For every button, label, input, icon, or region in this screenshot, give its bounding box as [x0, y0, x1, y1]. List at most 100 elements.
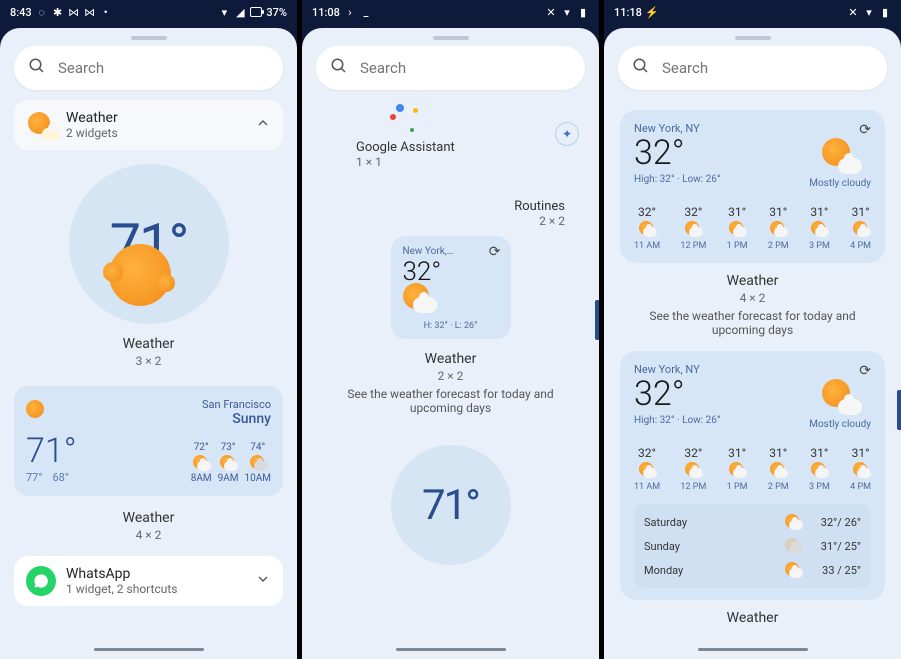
widget-desc: See the weather forecast for today and u…	[331, 387, 571, 415]
nav-bar[interactable]	[302, 639, 599, 659]
routines-icon[interactable]: ✦	[555, 122, 579, 146]
status-time: 11:08	[312, 6, 340, 19]
partly-cloudy-icon	[729, 462, 745, 478]
battery-percent: 37%	[266, 6, 287, 19]
widget-preview-5x3[interactable]: New York, NY 32° High: 32° · Low: 26° ⟳ …	[620, 351, 885, 600]
hour-time: 3 PM	[809, 241, 830, 251]
chevron-down-icon[interactable]	[255, 571, 271, 591]
wifi-icon: ▾	[863, 6, 875, 18]
status-time: 8:43	[10, 6, 32, 19]
nav-bar[interactable]	[604, 639, 901, 659]
search-input[interactable]	[360, 59, 571, 77]
widget-temp: 32°	[634, 376, 721, 413]
hour-col: 31° 2 PM	[768, 205, 789, 251]
widget-desc: See the weather forecast for today and u…	[633, 309, 873, 337]
search-input[interactable]	[662, 59, 873, 77]
widget-picker-sheet: Google Assistant 1 × 1 ✦ Routines 2 × 2 …	[302, 28, 599, 659]
hour-temp: 31°	[852, 205, 870, 219]
refresh-icon[interactable]: ⟳	[859, 122, 871, 138]
drag-handle[interactable]	[433, 36, 469, 40]
assistant-label: Google Assistant	[356, 140, 455, 155]
day-name: Monday	[644, 564, 785, 577]
whatsapp-icon	[26, 566, 56, 596]
widget-temp: 71°	[26, 431, 77, 471]
refresh-icon[interactable]: ⟳	[489, 244, 501, 260]
hour-time: 10AM	[245, 473, 272, 484]
hour-time: 2 PM	[768, 241, 789, 251]
hour-time: 9AM	[218, 473, 239, 484]
daily-forecast: Saturday 32°/ 26° Sunday 31°/ 25° Monday…	[634, 504, 871, 588]
partly-cloudy-icon	[403, 283, 433, 313]
widget-condition: Sunny	[202, 411, 271, 427]
refresh-icon[interactable]: ⟳	[859, 363, 871, 379]
drag-handle[interactable]	[131, 36, 167, 40]
hour-temp: 31°	[728, 446, 746, 460]
widget-preview-3x2[interactable]: 71° Weather 3 × 2	[14, 164, 283, 368]
widget-search[interactable]	[14, 46, 283, 90]
mute-icon: ✕	[847, 6, 859, 18]
weather-app-header[interactable]: Weather 2 widgets	[14, 100, 283, 150]
day-row: Monday 33 / 25°	[644, 558, 861, 582]
nav-bar[interactable]	[0, 639, 297, 659]
partly-cloudy-icon	[685, 221, 701, 237]
edge-handle[interactable]	[897, 390, 901, 430]
partly-icon	[785, 562, 801, 578]
hour-temp: 32°	[638, 205, 656, 219]
chevron-up-icon[interactable]	[255, 115, 271, 135]
widget-temp: 32°	[634, 135, 721, 172]
phone-screen-2: 11:08 › _ ✕ ▾ ▮	[302, 0, 599, 659]
widget-preview-4x2-card[interactable]: San Francisco Sunny 71° 77° 68° 7	[14, 386, 283, 496]
weather-app-icon	[26, 110, 56, 140]
widget-preview-partial[interactable]: 71°	[391, 445, 511, 565]
day-name: Sunday	[644, 540, 785, 553]
routines-size: 2 × 2	[316, 214, 565, 228]
hourly-forecast: 32° 11 AM 32° 12 PM 31° 1 PM 31° 2 PM 31…	[634, 446, 871, 492]
partly-cloudy-icon	[853, 462, 869, 478]
widget-preview-2x2[interactable]: ⟳ New York,… 32° H: 32° · L: 26°	[391, 236, 511, 339]
routines-label: Routines	[316, 199, 565, 214]
widget-picker-sheet: Weather 2 widgets 71° Weather 3 × 2	[0, 28, 297, 659]
hour-col: 31° 4 PM	[850, 205, 871, 251]
whatsapp-status-icon: ◌	[36, 6, 48, 18]
day-range: 33 / 25°	[801, 564, 861, 577]
partial-temp: 71°	[422, 481, 479, 530]
widget-hilo: High: 32° · Low: 26°	[634, 174, 721, 185]
google-assistant-icon[interactable]	[390, 104, 420, 134]
hour-col: 32° 11 AM	[634, 446, 660, 492]
partly-cloudy-icon	[639, 221, 655, 237]
drag-handle[interactable]	[735, 36, 771, 40]
status-bar: 8:43 ◌ ✱ ⋈ ⋈ • ▾ ◢ 37%	[0, 0, 297, 24]
widget-search[interactable]	[316, 46, 585, 90]
terminal-icon: _	[360, 6, 372, 18]
hourly-forecast: 32° 11 AM 32° 12 PM 31° 1 PM 31° 2 PM 31…	[634, 205, 871, 251]
partly-cloudy-icon	[770, 462, 786, 478]
whatsapp-app-header[interactable]: WhatsApp 1 widget, 2 shortcuts	[14, 556, 283, 606]
widget-preview-4x2[interactable]: New York, NY 32° High: 32° · Low: 26° ⟳ …	[620, 110, 885, 263]
hour-col: 31° 2 PM	[768, 446, 789, 492]
hour-temp: 31°	[769, 446, 787, 460]
search-icon	[330, 57, 348, 79]
signal-icon: ◢	[234, 6, 246, 18]
partly-cloudy-icon	[685, 462, 701, 478]
battery-icon: ▮	[577, 6, 589, 18]
mute-icon: ✕	[545, 6, 557, 18]
hour-col: 72° 8AM	[191, 442, 212, 484]
hour-time: 11 AM	[634, 482, 660, 492]
hour-temp: 32°	[638, 446, 656, 460]
hour-time: 2 PM	[768, 482, 789, 492]
edge-handle[interactable]	[595, 300, 599, 340]
day-range: 31°/ 25°	[801, 540, 861, 553]
slack-status-icon: ✱	[52, 6, 64, 18]
mostly-cloudy-icon	[822, 379, 858, 415]
widget-hilo: High: 32° · Low: 26°	[634, 415, 721, 426]
widget-search[interactable]	[618, 46, 887, 90]
search-input[interactable]	[58, 59, 269, 77]
widget-size: 4 × 2	[14, 528, 283, 542]
battery-icon: ▮	[879, 6, 891, 18]
hour-time: 1 PM	[727, 482, 748, 492]
day-range: 32°/ 26°	[801, 516, 861, 529]
hour-time: 12 PM	[680, 241, 706, 251]
hour-time: 11 AM	[634, 241, 660, 251]
hour-col: 31° 3 PM	[809, 205, 830, 251]
wifi-icon: ▾	[218, 6, 230, 18]
